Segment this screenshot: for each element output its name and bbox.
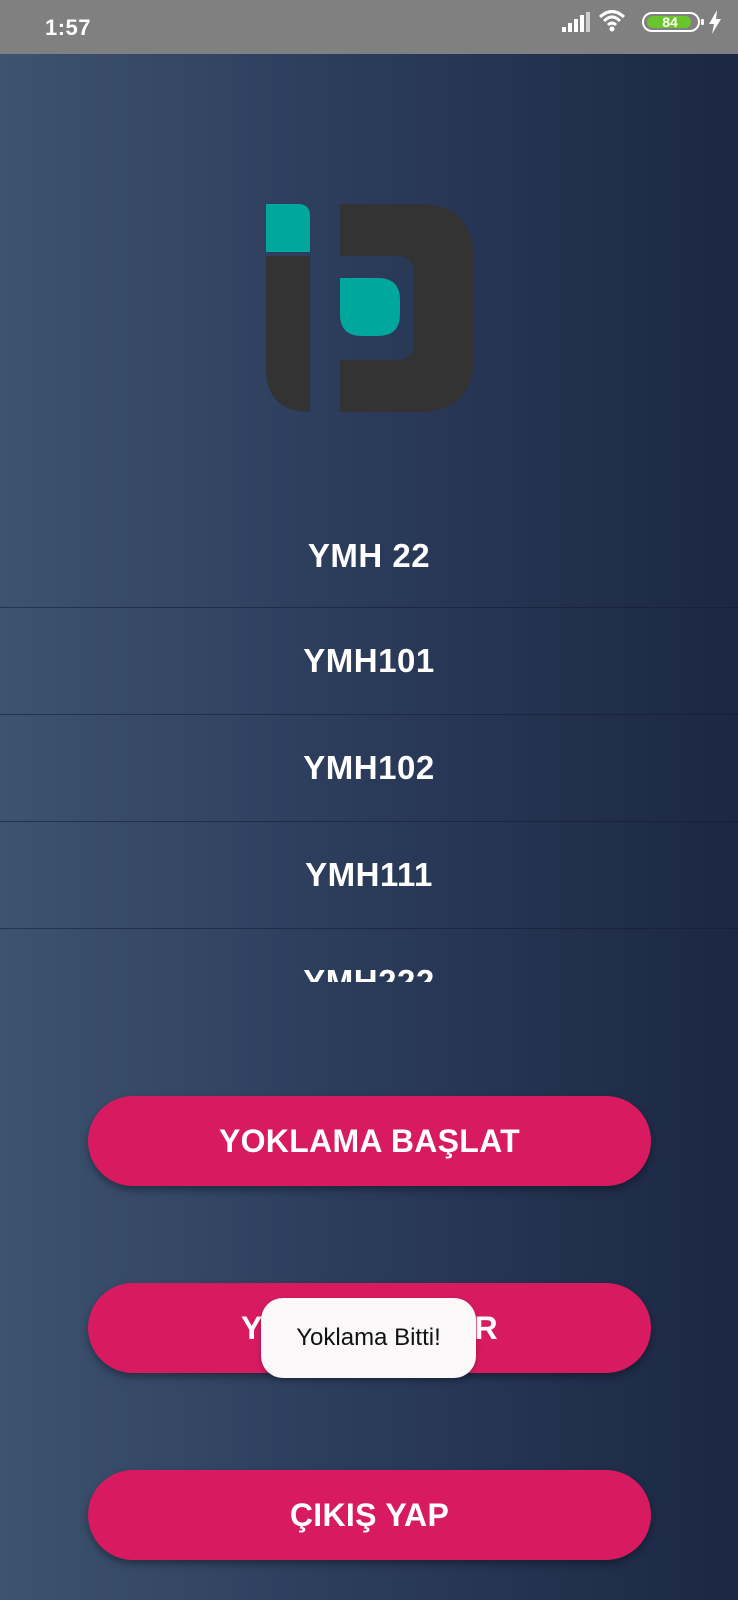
battery-cap: [701, 19, 704, 25]
logout-button[interactable]: ÇIKIŞ YAP: [88, 1470, 651, 1560]
list-item[interactable]: YMH102: [0, 715, 738, 822]
app-logo: [266, 204, 474, 412]
course-list[interactable]: YMH 22 YMH101 YMH102 YMH111 YMH222: [0, 500, 738, 982]
signal-icon: [562, 12, 590, 32]
toast-message: Yoklama Bitti!: [261, 1298, 476, 1378]
course-name: YMH 22: [307, 536, 431, 574]
course-name: YMH222: [303, 963, 435, 982]
list-item[interactable]: YMH111: [0, 822, 738, 929]
list-item[interactable]: YMH 22: [0, 500, 738, 608]
charging-bolt-icon: [709, 10, 721, 34]
start-attendance-button[interactable]: YOKLAMA BAŞLAT: [88, 1096, 651, 1186]
status-time: 1:57: [45, 15, 92, 40]
list-item[interactable]: YMH101: [0, 608, 738, 715]
course-name: YMH111: [305, 856, 433, 893]
battery-level: 84: [662, 14, 678, 30]
course-name: YMH101: [303, 642, 435, 679]
list-item[interactable]: YMH222: [0, 929, 738, 982]
wifi-icon: [598, 10, 626, 32]
status-bar: 1:57 84: [0, 0, 738, 54]
battery-icon: 84: [642, 12, 704, 32]
course-name: YMH102: [303, 749, 435, 786]
